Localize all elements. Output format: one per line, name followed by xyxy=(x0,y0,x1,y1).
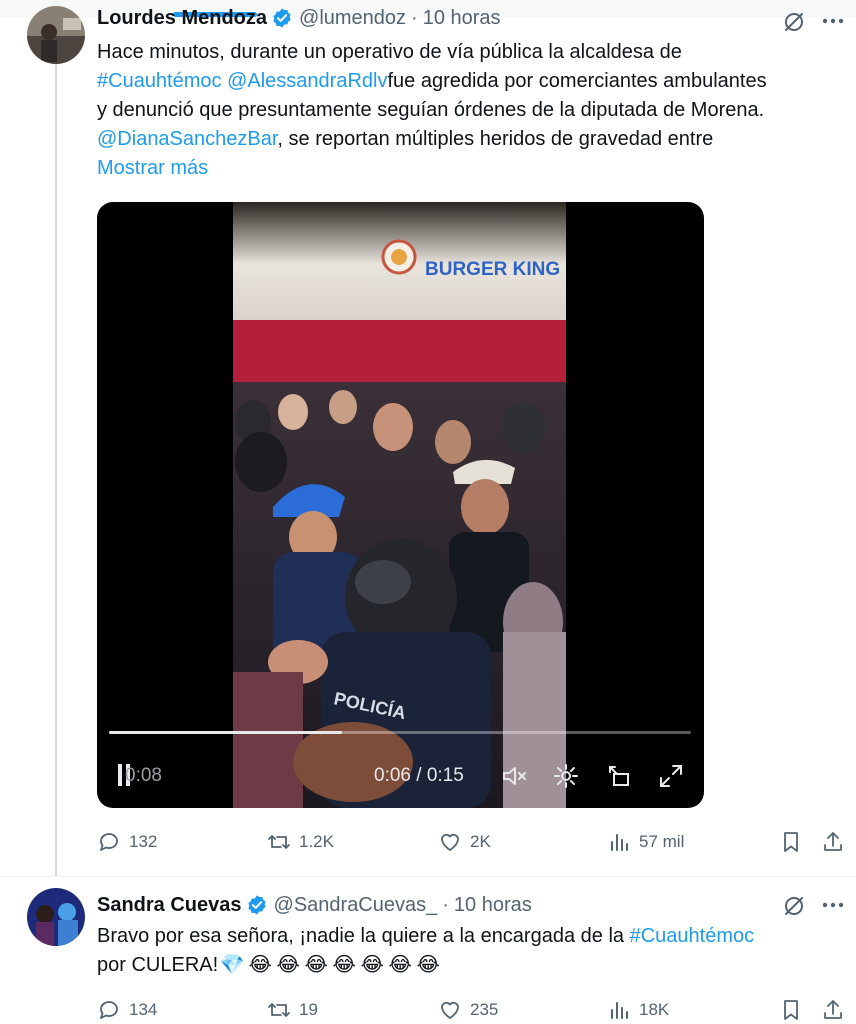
more-options-icon[interactable] xyxy=(820,892,846,918)
tweet-header: Lourdes Mendoza @lumendoz · 10 horas xyxy=(97,4,501,32)
retweet-button[interactable]: 1.2K xyxy=(267,827,334,857)
tweet-text: Hace minutos, durante un operativo de ví… xyxy=(97,38,767,183)
verified-badge-icon xyxy=(273,8,291,28)
tweet-actions: 132 1.2K 2K 57 mil xyxy=(97,827,847,857)
mute-icon[interactable] xyxy=(501,763,527,789)
like-button[interactable]: 235 xyxy=(438,995,498,1024)
timestamp[interactable]: 10 horas xyxy=(423,7,501,30)
burger-king-sign: BURGER KING xyxy=(425,259,560,280)
views-chart-icon xyxy=(611,1002,628,1019)
retweet-count: 1.2K xyxy=(299,832,334,851)
share-icon[interactable] xyxy=(821,998,845,1022)
laughing-emoji: 😂 xyxy=(416,954,440,976)
retweet-icon xyxy=(268,1003,290,1017)
laughing-emoji: 😂 xyxy=(304,954,328,976)
retweet-button[interactable]: 19 xyxy=(267,995,318,1024)
views-button[interactable]: 18K xyxy=(607,995,669,1024)
laughing-emoji: 😂 xyxy=(332,954,356,976)
like-button[interactable]: 2K xyxy=(438,827,491,857)
reply-button[interactable]: 132 xyxy=(97,827,157,857)
avatar[interactable] xyxy=(27,6,85,64)
diamond-emoji: 💎 xyxy=(219,954,245,976)
share-icon[interactable] xyxy=(821,830,845,854)
tweet-text: Bravo por esa señora, ¡nadie la quiere a… xyxy=(97,922,754,980)
handle[interactable]: @SandraCuevas_ xyxy=(274,894,438,917)
separator-dot: · xyxy=(442,893,449,916)
more-options-icon[interactable] xyxy=(820,8,846,34)
separator-dot: · xyxy=(411,6,418,29)
retweet-count: 19 xyxy=(299,1000,318,1019)
reply-count: 132 xyxy=(129,832,158,851)
views-count: 18K xyxy=(639,1000,670,1019)
like-count: 2K xyxy=(470,832,491,851)
text-segment: por CULERA! xyxy=(97,954,219,976)
tweet-text-line: @DianaSanchezBar, se reportan múltiples … xyxy=(97,125,767,154)
bookmark-icon[interactable] xyxy=(779,998,803,1022)
video-player[interactable]: BURGER KING POLICÍA 0:08 0:06 / 0:15 xyxy=(97,202,704,808)
handle[interactable]: @lumendoz xyxy=(299,7,406,30)
heart-icon xyxy=(441,1001,459,1019)
reply-icon xyxy=(100,833,118,851)
hashtag-link[interactable]: #Cuauhtémoc xyxy=(97,70,222,92)
views-chart-icon xyxy=(611,834,628,851)
views-count: 57 mil xyxy=(639,832,685,851)
hashtag-link[interactable]: #Cuauhtémoc xyxy=(630,925,755,947)
grok-icon[interactable] xyxy=(782,10,806,34)
video-progress-fill xyxy=(109,731,342,734)
tweet-text-line: por CULERA!💎 😂 😂 😂 😂 😂 😂 😂 xyxy=(97,951,754,980)
laughing-emoji: 😂 xyxy=(388,954,412,976)
video-progress-bar[interactable] xyxy=(109,731,691,734)
heart-icon xyxy=(441,833,459,851)
thread-line xyxy=(55,64,57,876)
picture-in-picture-icon[interactable] xyxy=(606,763,632,789)
text-segment: Bravo por esa señora, ¡nadie la quiere a… xyxy=(97,925,630,947)
tweet-actions: 134 19 235 18K xyxy=(97,995,847,1024)
views-button[interactable]: 57 mil xyxy=(607,827,684,857)
tweet-header: Sandra Cuevas @SandraCuevas_ · 10 horas xyxy=(97,891,532,919)
tweet-text-line: Bravo por esa señora, ¡nadie la quiere a… xyxy=(97,922,754,951)
video-frame[interactable]: BURGER KING POLICÍA xyxy=(233,202,566,808)
timestamp[interactable]: 10 horas xyxy=(454,894,532,917)
tweet[interactable]: Sandra Cuevas @SandraCuevas_ · 10 horas … xyxy=(0,876,856,1024)
bookmark-icon[interactable] xyxy=(779,830,803,854)
retweet-icon xyxy=(268,835,290,849)
mention-link[interactable]: @AlessandraRdlv xyxy=(227,70,387,92)
reply-button[interactable]: 134 xyxy=(97,995,157,1024)
display-name[interactable]: Lourdes Mendoza xyxy=(97,7,267,30)
tweet-text-line: Hace minutos, durante un operativo de ví… xyxy=(97,38,767,67)
like-count: 235 xyxy=(470,1000,499,1019)
fullscreen-icon[interactable] xyxy=(658,763,684,789)
show-more-link[interactable]: Mostrar más xyxy=(97,157,208,179)
text-segment: , se reportan múltiples heridos de grave… xyxy=(277,128,714,150)
tweet-text-line: #Cuauhtémoc @AlessandraRdlvfue agredida … xyxy=(97,67,767,96)
display-name[interactable]: Sandra Cuevas xyxy=(97,894,242,917)
text-segment: y denunció que presuntamente seguían órd… xyxy=(97,99,765,121)
settings-gear-icon[interactable] xyxy=(553,763,579,789)
video-time-display: 0:06 / 0:15 xyxy=(374,765,464,786)
laughing-emoji: 😂 xyxy=(360,954,384,976)
leftover-time-label: 0:08 xyxy=(125,765,162,786)
laughing-emoji: 😂 xyxy=(276,954,300,976)
tweet-text-line: y denunció que presuntamente seguían órd… xyxy=(97,96,767,125)
text-segment: fue agredida por comerciantes ambulantes xyxy=(387,70,767,92)
tweet-text-line: Mostrar más xyxy=(97,154,767,183)
reply-icon xyxy=(100,1001,118,1019)
text-segment: Hace minutos, durante un operativo de ví… xyxy=(97,41,682,63)
verified-badge-icon xyxy=(247,895,266,915)
mention-link[interactable]: @DianaSanchezBar xyxy=(97,128,277,150)
laughing-emoji: 😂 xyxy=(248,954,272,976)
avatar[interactable] xyxy=(27,888,85,946)
reply-count: 134 xyxy=(129,1000,158,1019)
grok-icon[interactable] xyxy=(782,894,806,918)
tweet[interactable]: Lourdes Mendoza @lumendoz · 10 horas Hac… xyxy=(0,0,856,876)
